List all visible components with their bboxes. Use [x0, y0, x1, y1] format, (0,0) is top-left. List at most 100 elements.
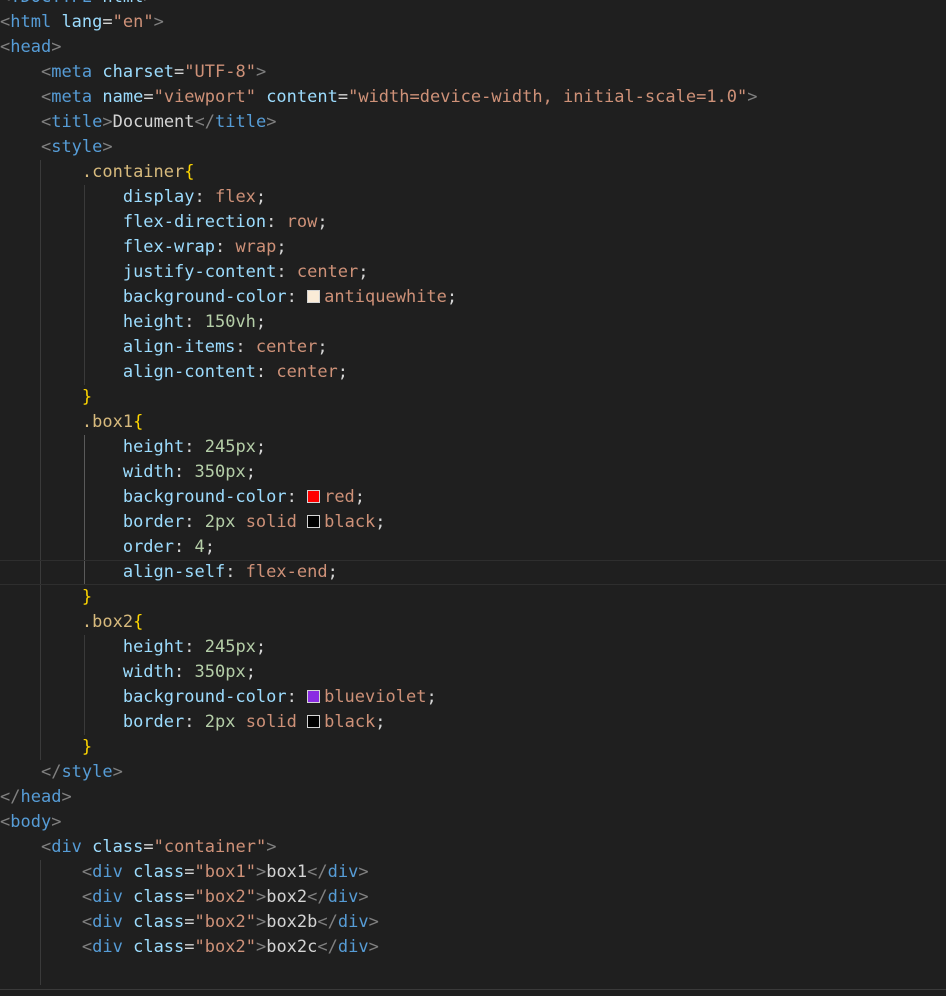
indent-guide	[40, 510, 41, 535]
code-line[interactable]: width: 350px;	[0, 660, 946, 685]
code-token: row	[286, 212, 318, 232]
indent-guide	[40, 535, 41, 560]
code-line[interactable]: background-color: antiquewhite;	[0, 285, 946, 310]
color-swatch-icon[interactable]	[307, 690, 321, 703]
code-line[interactable]: height: 245px;	[0, 435, 946, 460]
color-swatch-icon[interactable]	[307, 515, 321, 528]
code-line[interactable]: flex-wrap: wrap;	[0, 235, 946, 260]
indent-guide	[40, 360, 41, 385]
code-token: <	[40, 137, 52, 157]
code-token: ;	[327, 562, 338, 582]
color-swatch-icon[interactable]	[307, 490, 321, 503]
color-swatch-icon[interactable]	[307, 290, 321, 303]
code-line[interactable]: <meta name="viewport" content="width=dev…	[0, 85, 946, 110]
code-token: 150vh	[204, 312, 256, 332]
code-token: black	[324, 712, 376, 732]
code-line[interactable]: .box1{	[0, 410, 946, 435]
code-token: {	[133, 412, 144, 432]
indent-guide	[40, 235, 41, 260]
indent-guide	[84, 460, 85, 485]
code-line[interactable]: align-items: center;	[0, 335, 946, 360]
code-line[interactable]: .container{	[0, 160, 946, 185]
code-line[interactable]: align-self: flex-end;	[0, 560, 946, 585]
code-line[interactable]: <title>Document</title>	[0, 110, 946, 135]
indent-guide	[40, 260, 41, 285]
code-line[interactable]: <div class="box2">box2</div>	[0, 885, 946, 910]
code-token: >	[61, 787, 72, 807]
code-line[interactable]: }	[0, 585, 946, 610]
indent-guide	[40, 210, 41, 235]
code-token: charset	[92, 62, 175, 82]
code-token: "box2"	[194, 912, 256, 932]
code-line[interactable]: background-color: blueviolet;	[0, 685, 946, 710]
code-token: =	[174, 62, 185, 82]
code-line[interactable]: align-content: center;	[0, 360, 946, 385]
code-token: :	[276, 262, 297, 282]
color-swatch-icon[interactable]	[307, 715, 321, 728]
code-line[interactable]: <div class="box1">box1</div>	[0, 860, 946, 885]
code-line[interactable]	[0, 960, 946, 985]
code-line[interactable]: height: 245px;	[0, 635, 946, 660]
indent-guide	[40, 910, 41, 935]
indent-guide	[40, 485, 41, 510]
code-line[interactable]: <style>	[0, 135, 946, 160]
indent-guide	[84, 535, 85, 560]
code-token: border	[122, 712, 185, 732]
code-token: ;	[245, 462, 256, 482]
code-line[interactable]: height: 150vh;	[0, 310, 946, 335]
code-line[interactable]: order: 4;	[0, 535, 946, 560]
code-token: height	[122, 437, 185, 457]
code-line[interactable]: <head>	[0, 35, 946, 60]
code-token: >	[266, 837, 277, 857]
code-line[interactable]: <div class="box2">box2b</div>	[0, 910, 946, 935]
code-line[interactable]: }	[0, 735, 946, 760]
indent-guide	[84, 310, 85, 335]
indent-guide	[40, 160, 41, 185]
code-line[interactable]: justify-content: center;	[0, 260, 946, 285]
code-line[interactable]: }	[0, 385, 946, 410]
indent-guide	[84, 210, 85, 235]
code-line[interactable]: background-color: red;	[0, 485, 946, 510]
indent-guide	[40, 335, 41, 360]
code-token: 4	[194, 537, 205, 557]
indent-guide	[40, 561, 41, 584]
code-area[interactable]: <!DOCTYPE html><html lang="en"><head> <m…	[0, 0, 946, 985]
code-token: <	[81, 887, 93, 907]
editor-bottom-edge	[0, 989, 946, 996]
code-token: =	[184, 937, 195, 957]
code-line[interactable]: <body>	[0, 810, 946, 835]
code-line[interactable]: </head>	[0, 785, 946, 810]
code-line[interactable]: <div class="box2">box2c</div>	[0, 935, 946, 960]
code-token: meta	[51, 87, 93, 107]
code-token: :	[184, 712, 205, 732]
code-token: :	[174, 662, 195, 682]
code-editor[interactable]: <!DOCTYPE html><html lang="en"><head> <m…	[0, 0, 946, 996]
code-line[interactable]: <meta charset="UTF-8">	[0, 60, 946, 85]
code-token: html	[10, 12, 52, 32]
code-line[interactable]: display: flex;	[0, 185, 946, 210]
code-line[interactable]: <!DOCTYPE html>	[0, 0, 946, 10]
code-token: :	[266, 212, 287, 232]
code-line[interactable]: flex-direction: row;	[0, 210, 946, 235]
code-line[interactable]: .box2{	[0, 610, 946, 635]
code-line[interactable]: <html lang="en">	[0, 10, 946, 35]
code-token: antiquewhite	[324, 287, 447, 307]
code-token: div	[51, 837, 82, 857]
code-line[interactable]: border: 2px solid black;	[0, 510, 946, 535]
code-token: meta	[51, 62, 93, 82]
code-line[interactable]: width: 350px;	[0, 460, 946, 485]
code-token: >	[255, 62, 267, 82]
code-token: ;	[317, 337, 328, 357]
indent-guide	[40, 435, 41, 460]
code-line[interactable]: <div class="container">	[0, 835, 946, 860]
code-line[interactable]: </style>	[0, 760, 946, 785]
code-line[interactable]: border: 2px solid black;	[0, 710, 946, 735]
